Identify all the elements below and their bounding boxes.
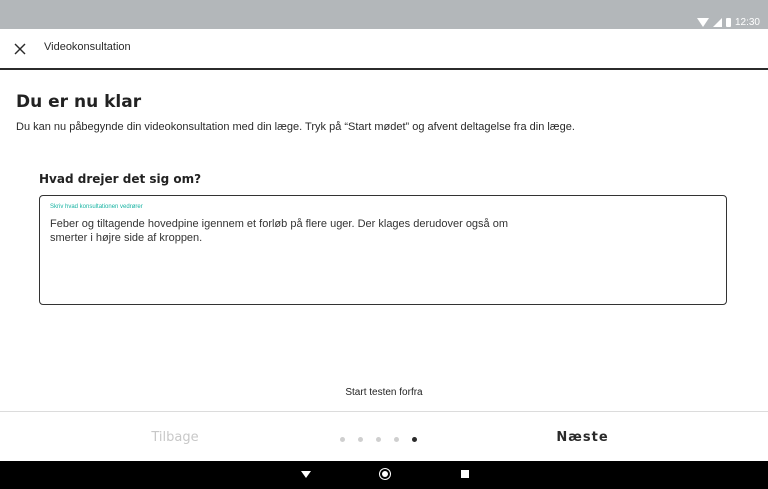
pagination-dots [340,437,417,442]
pagination-dot [394,437,399,442]
footer-nav: Tilbage Næste [0,411,768,462]
consultation-textarea[interactable]: Skriv hvad konsultationen vedrører Feber… [39,195,727,305]
pagination-dot [340,437,345,442]
pagination-dot [358,437,363,442]
back-triangle-icon[interactable] [301,471,311,478]
app-bar: Videokonsultation [0,29,768,70]
intro-text: Du kan nu påbegynde din videokonsultatio… [16,121,575,133]
app-title: Videokonsultation [44,41,131,53]
question-heading: Hvad drejer det sig om? [39,172,202,186]
restart-test-link[interactable]: Start testen forfra [0,387,768,398]
close-button[interactable] [10,39,30,59]
home-inner-dot [382,471,388,477]
textarea-label: Skriv hvad konsultationen vedrører [50,204,143,210]
close-icon [14,43,26,55]
status-time: 12:30 [734,17,760,28]
system-icons: 12:30 [696,16,760,29]
status-bar: 12:30 [0,0,768,29]
signal-icon [712,18,722,27]
page-title: Du er nu klar [16,92,142,112]
system-nav-bar [0,461,768,489]
back-button[interactable]: Tilbage [120,430,230,445]
wifi-icon [696,18,709,27]
recent-square-icon[interactable] [461,470,469,478]
next-button[interactable]: Næste [525,430,640,445]
pagination-dot-active [412,437,417,442]
battery-icon [725,18,731,27]
textarea-value[interactable]: Feber og tiltagende hovedpine igennem et… [50,217,530,245]
pagination-dot [376,437,381,442]
home-circle-icon[interactable] [379,468,391,480]
